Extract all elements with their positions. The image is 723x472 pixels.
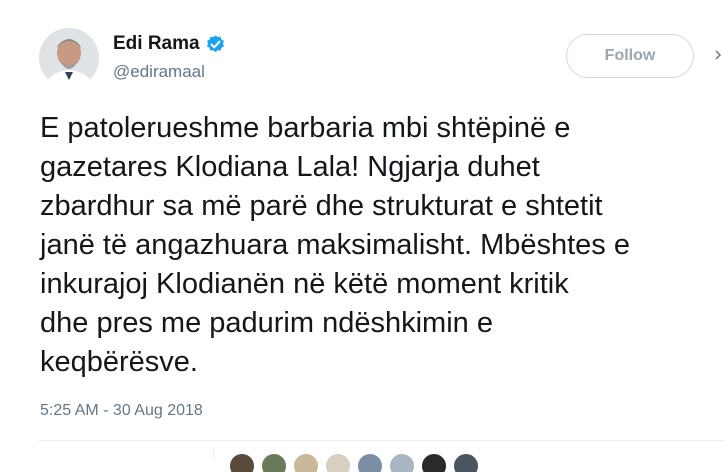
divider (39, 440, 723, 441)
author-name-row[interactable]: Edi Rama (113, 33, 226, 55)
liker-avatars (228, 452, 480, 472)
tweet-timestamp[interactable]: 5:25 AM - 30 Aug 2018 (40, 402, 203, 420)
liker-avatar[interactable] (260, 452, 288, 472)
liker-avatar[interactable] (324, 452, 352, 472)
tweet-text-line: keqbërësve. (40, 346, 198, 378)
likers-separator (213, 449, 214, 459)
liker-avatar[interactable] (388, 452, 416, 472)
tweet-text-line: janë të angazhuara maksimalisht. Mbështe… (40, 229, 630, 261)
tweet-text-line: inkurajoj Klodianën në këtë moment kriti… (40, 268, 569, 300)
tweet-text-line: gazetares Klodiana Lala! Ngjarja duhet (40, 151, 540, 183)
liker-avatar[interactable] (452, 452, 480, 472)
more-options-icon[interactable] (715, 44, 723, 64)
verified-badge-icon (205, 34, 226, 55)
liker-avatar[interactable] (292, 452, 320, 472)
liker-avatar[interactable] (420, 452, 448, 472)
author-display-name[interactable]: Edi Rama (113, 33, 200, 55)
tweet-text-line: E patolerueshme barbaria mbi shtëpinë e (40, 112, 571, 144)
user-avatar-photo-icon (39, 28, 99, 88)
liker-avatar[interactable] (356, 452, 384, 472)
tweet-text-line: zbardhur sa më parë dhe strukturat e sht… (40, 190, 603, 222)
tweet-text: E patolerueshme barbaria mbi shtëpinë e … (40, 109, 723, 382)
liker-avatar[interactable] (228, 452, 256, 472)
tweet-text-line: dhe pres me padurim ndëshkimin e (40, 307, 493, 339)
author-handle[interactable]: @ediramaal (113, 62, 205, 82)
follow-button[interactable]: Follow (566, 34, 694, 78)
author-avatar[interactable] (39, 28, 99, 88)
